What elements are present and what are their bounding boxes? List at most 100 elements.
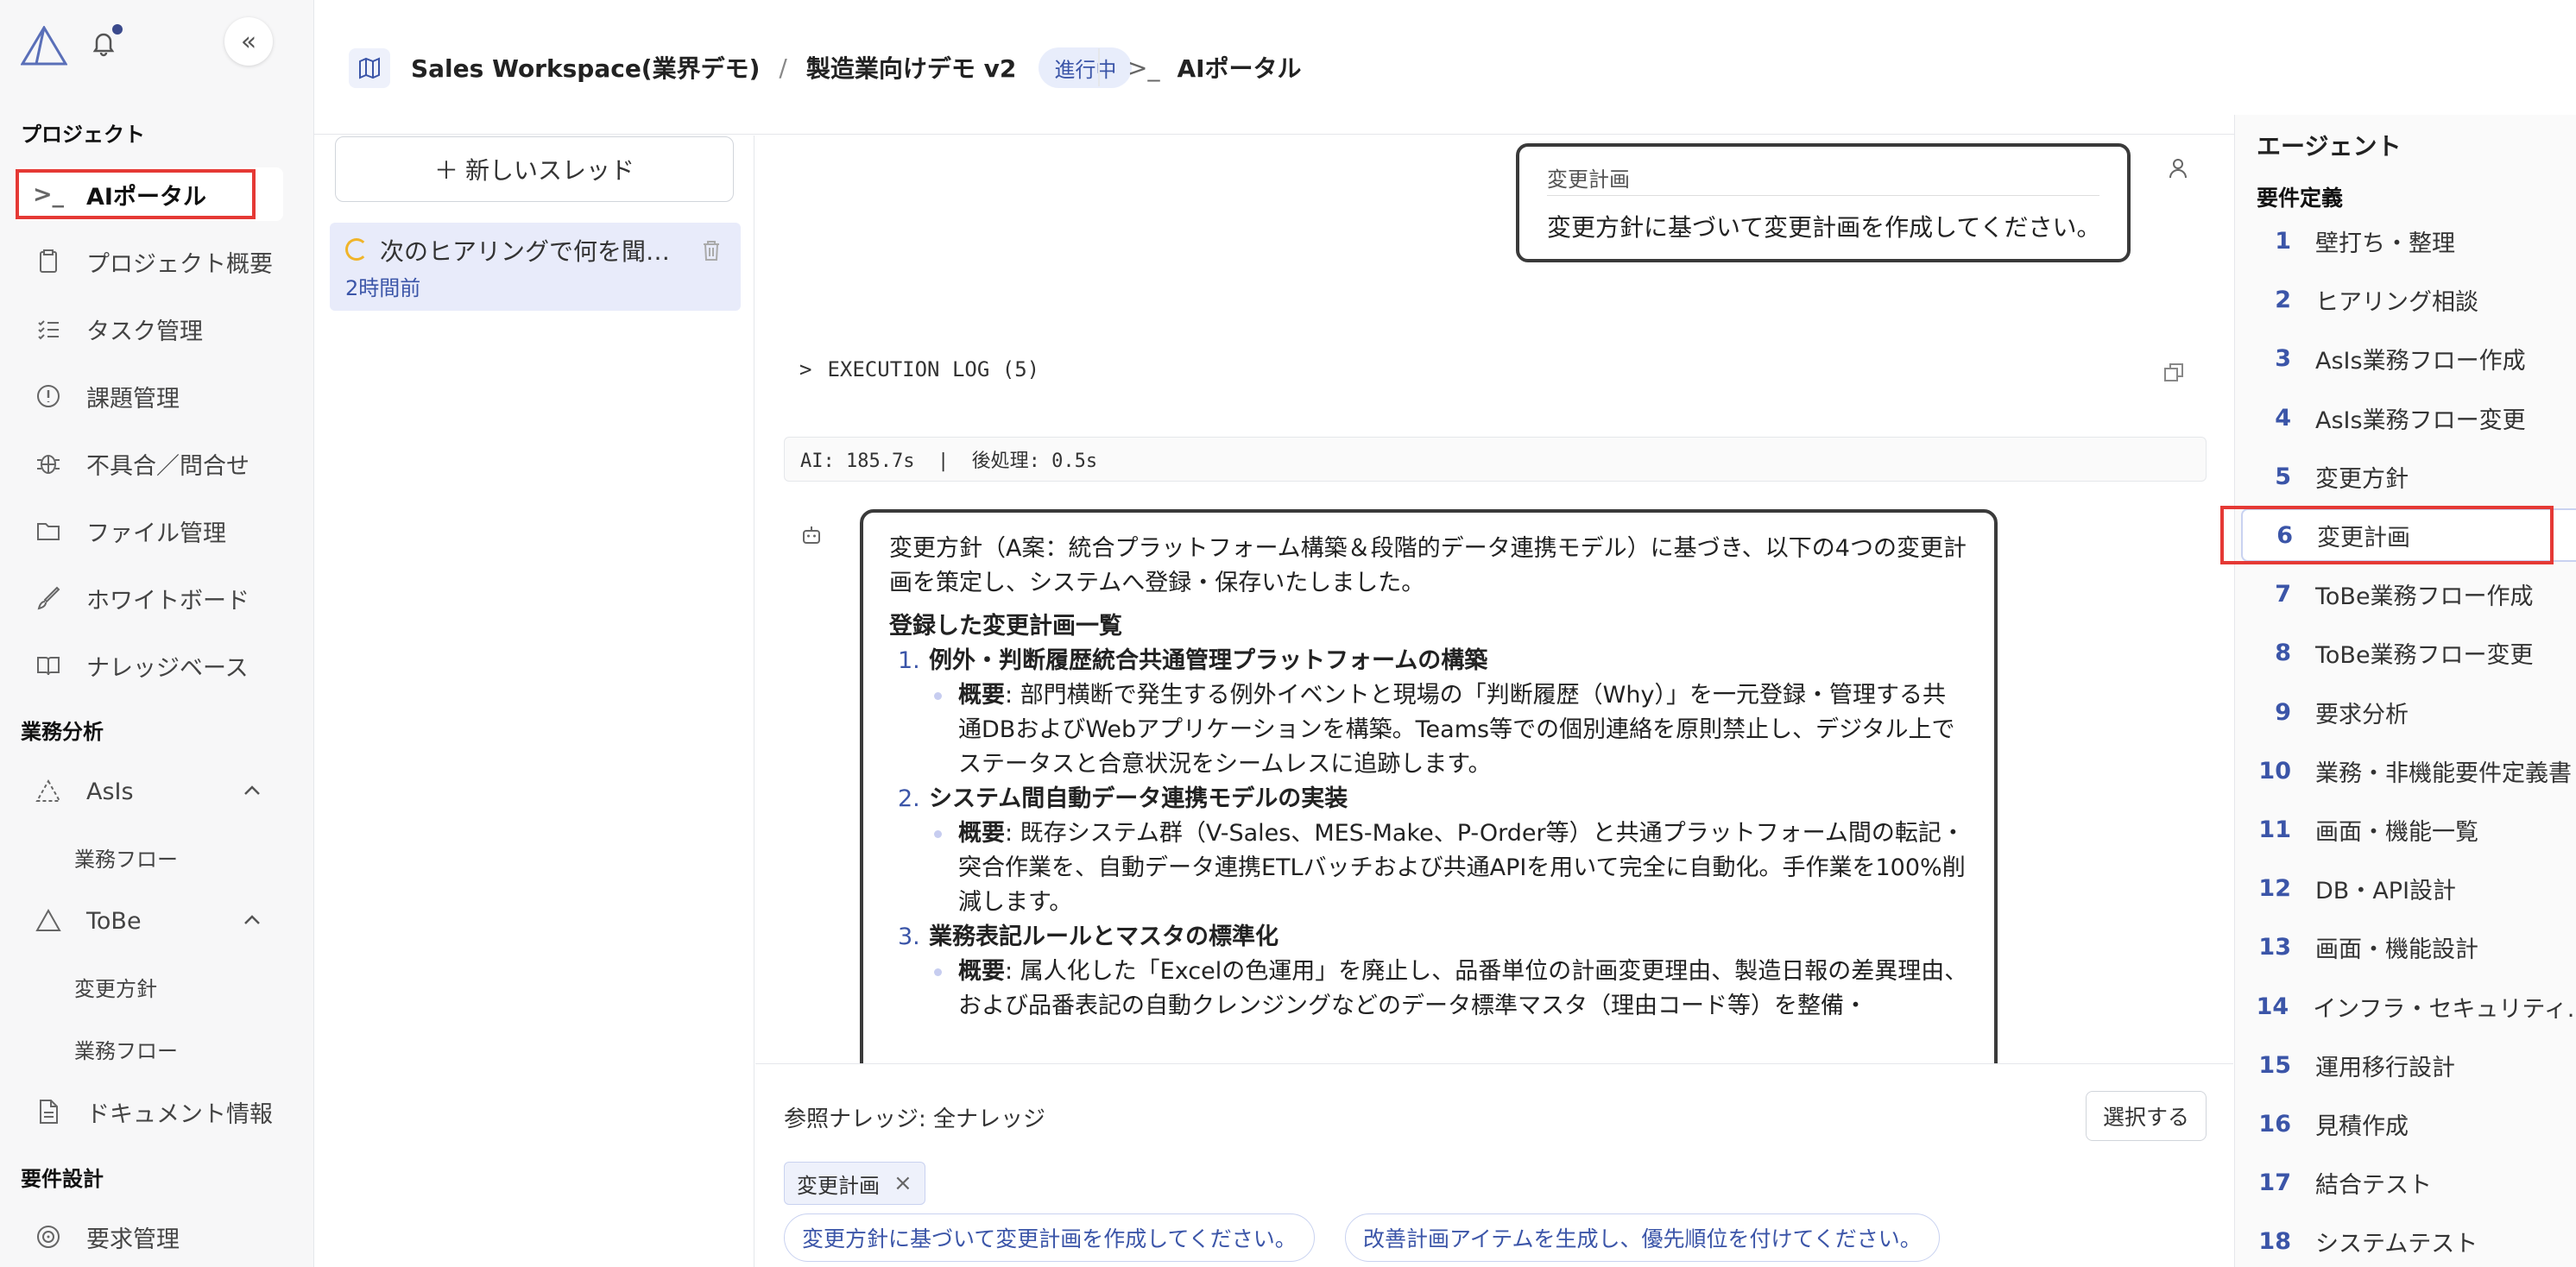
agent-item[interactable]: 9 要求分析: [2241, 685, 2576, 739]
triangle-icon: [35, 908, 61, 931]
agent-item[interactable]: 5 変更方針: [2241, 450, 2576, 503]
agent-item[interactable]: 4 AsIs業務フロー変更: [2241, 391, 2576, 444]
sidebar-subitem-asis-flow[interactable]: 業務フロー: [74, 842, 178, 873]
chevron-up-icon[interactable]: [240, 778, 264, 803]
agent-tag: 変更計画 ×: [784, 1162, 925, 1205]
divider: [1547, 195, 2099, 196]
sidebar-item-issue-management[interactable]: 課題管理: [14, 369, 283, 423]
sidebar-item-label: プロジェクト概要: [86, 250, 273, 278]
thread-timestamp: 2時間前: [345, 276, 421, 300]
agent-item[interactable]: 18 システムテスト: [2241, 1214, 2576, 1267]
book-open-icon: [37, 657, 60, 676]
sidebar-subitem-tobe-flow[interactable]: 業務フロー: [74, 1034, 178, 1064]
clipboard-icon: [40, 249, 57, 273]
agent-number: 14: [2256, 993, 2289, 1020]
summary-label: 概要: [958, 820, 1005, 847]
breadcrumb-workspace[interactable]: Sales Workspace(業界デモ): [411, 50, 760, 85]
agent-item[interactable]: 17 結合テスト: [2241, 1156, 2576, 1209]
agent-number: 5: [2275, 463, 2291, 490]
new-thread-label: 新しいスレッド: [465, 156, 635, 185]
summary-label: 概要: [958, 682, 1005, 709]
agents-section-label: 要件定義: [2257, 186, 2344, 211]
chevron-up-icon[interactable]: [240, 908, 264, 932]
sidebar-item-task-management[interactable]: タスク管理: [14, 302, 283, 356]
execution-log-toggle[interactable]: > EXECUTION LOG (5): [799, 357, 1039, 381]
agent-label: AsIs業務フロー変更: [2315, 407, 2526, 434]
sidebar-item-document-info[interactable]: ドキュメント情報: [14, 1085, 283, 1138]
plan-item: 3. 業務表記ルールとマスタの標準化 概要: 属人化した「Excelの色運用」を廃…: [889, 920, 1968, 1024]
sidebar-item-knowledge-base[interactable]: ナレッジベース: [14, 639, 283, 692]
agent-number: 16: [2258, 1110, 2291, 1138]
agent-item[interactable]: 7 ToBe業務フロー作成: [2241, 567, 2576, 621]
agent-tag-label: 変更計画: [797, 1173, 880, 1198]
agent-label: AsIs業務フロー作成: [2315, 347, 2526, 375]
target-icon: [37, 1226, 60, 1248]
agent-number: 11: [2258, 816, 2291, 843]
summary-label: 概要: [958, 958, 1005, 985]
copy-icon[interactable]: [2162, 361, 2186, 385]
close-icon[interactable]: ×: [893, 1170, 912, 1196]
agent-item[interactable]: 1 壁打ち・整理: [2241, 214, 2576, 268]
sidebar-item-requirements-management[interactable]: 要求管理: [14, 1210, 283, 1264]
user-message-label: 変更計画: [1547, 167, 1630, 192]
new-thread-button[interactable]: ＋ 新しいスレッド: [335, 136, 734, 202]
agent-number: 7: [2275, 580, 2291, 608]
agent-item[interactable]: 2 ヒアリング相談: [2241, 273, 2576, 326]
collapse-sidebar-button[interactable]: «: [224, 17, 273, 66]
agent-number: 10: [2258, 757, 2291, 785]
agent-item[interactable]: 14 インフラ・セキュリティ...: [2241, 980, 2576, 1033]
agent-label: 画面・機能設計: [2315, 936, 2478, 963]
sidebar-item-project-overview[interactable]: プロジェクト概要: [14, 235, 283, 288]
agent-item[interactable]: 16 見積作成: [2241, 1097, 2576, 1150]
agent-number: 9: [2275, 698, 2291, 726]
sidebar-item-asis[interactable]: AsIs: [14, 765, 283, 818]
agent-label: 要求分析: [2315, 701, 2409, 728]
brush-icon: [37, 586, 60, 610]
agent-item[interactable]: 15 運用移行設計: [2241, 1038, 2576, 1092]
suggestion-chip[interactable]: 変更方針に基づいて変更計画を作成してください。: [784, 1213, 1315, 1262]
map-icon[interactable]: [349, 48, 390, 88]
agent-item[interactable]: 10 業務・非機能要件定義書: [2241, 744, 2576, 797]
agent-label: 結合テスト: [2315, 1171, 2432, 1199]
user-icon: [2169, 159, 2187, 179]
agent-item[interactable]: 13 画面・機能設計: [2241, 920, 2576, 974]
sidebar-item-tobe[interactable]: ToBe: [14, 894, 283, 948]
execution-log-label: EXECUTION LOG (5): [827, 357, 1040, 381]
agents-title: エージェント: [2257, 132, 2402, 161]
reference-knowledge-label: 参照ナレッジ: 全ナレッジ: [784, 1106, 1046, 1132]
agent-label: 壁打ち・整理: [2315, 230, 2455, 257]
plus-icon: ＋: [433, 156, 458, 185]
sidebar-item-label: タスク管理: [86, 318, 203, 345]
alert-circle-icon: [37, 385, 60, 407]
sidebar-item-label: ToBe: [86, 907, 142, 935]
sidebar-item-file-management[interactable]: ファイル管理: [14, 504, 283, 558]
notification-dot: [112, 24, 123, 35]
bot-icon: [803, 526, 820, 544]
sidebar-item-defects[interactable]: 不具合／問合せ: [14, 437, 283, 490]
sidebar-item-whiteboard[interactable]: ホワイトボード: [14, 571, 283, 625]
sidebar-item-label: 要求管理: [86, 1226, 180, 1253]
chevron-right-icon: >: [799, 357, 812, 381]
suggestion-chip[interactable]: 改善計画アイテムを生成し、優先順位を付けてください。: [1345, 1213, 1940, 1262]
trash-icon[interactable]: [699, 238, 723, 262]
plan-item: 1. 例外・判断履歴統合共通管理プラットフォームの構築 概要: 部門横断で発生する…: [889, 644, 1968, 782]
plan-title: 例外・判断履歴統合共通管理プラットフォームの構築: [929, 647, 1488, 674]
agent-item[interactable]: 3 AsIs業務フロー作成: [2241, 331, 2576, 385]
user-message: 変更計画 変更方針に基づいて変更計画を作成してください。: [1516, 143, 2131, 262]
agent-item[interactable]: 8 ToBe業務フロー変更: [2241, 626, 2576, 679]
plan-number: 1.: [898, 647, 920, 674]
sidebar-item-label: AsIs: [86, 778, 134, 805]
select-knowledge-button[interactable]: 選択する: [2086, 1091, 2207, 1141]
plan-item: 2. システム間自動データ連携モデルの実装 概要: 既存システム群（V-Sales…: [889, 782, 1968, 920]
checklist-icon: [38, 320, 59, 340]
agent-number: 4: [2275, 404, 2291, 432]
agent-item[interactable]: 11 画面・機能一覧: [2241, 803, 2576, 856]
section-label-requirements-design: 要件設計: [21, 1167, 104, 1191]
agent-item[interactable]: 12 DB・API設計: [2241, 861, 2576, 915]
breadcrumb-project[interactable]: 製造業向けデモ v2: [806, 50, 1016, 85]
agent-number: 8: [2275, 639, 2291, 666]
plan-number: 3.: [898, 923, 920, 950]
sidebar-subitem-tobe-policy[interactable]: 変更方針: [74, 972, 157, 1002]
thread-list-item[interactable]: 次のヒアリングで何を聞くべきか 2時間前: [330, 223, 741, 311]
agent-number: 17: [2258, 1169, 2291, 1196]
